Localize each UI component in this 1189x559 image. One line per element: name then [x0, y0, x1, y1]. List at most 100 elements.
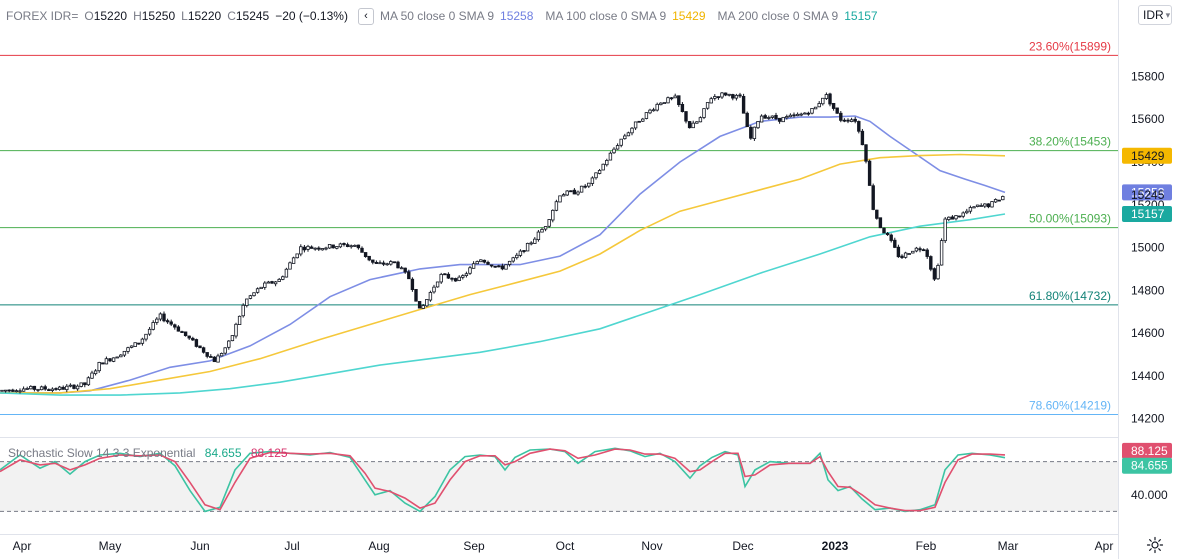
- time-tick-8: Dec: [732, 539, 753, 553]
- candle-body-191: [687, 121, 692, 129]
- candle-body-32: [115, 356, 119, 359]
- candle-body-225: [810, 108, 814, 114]
- candle-body-269: [968, 207, 973, 212]
- candle-body-52: [187, 335, 191, 339]
- candle-body-3: [11, 389, 15, 392]
- stochastic-d-value: 88.125: [250, 446, 288, 460]
- candle-body-150: [540, 229, 544, 233]
- ma100-label[interactable]: MA 100 close 0 SMA 9: [545, 9, 666, 23]
- candle-body-234: [842, 119, 847, 122]
- collapse-legend-button[interactable]: ‹: [357, 7, 374, 25]
- candle-body-249: [896, 246, 901, 258]
- candle-body-11: [39, 386, 44, 391]
- candle-body-39: [140, 338, 145, 344]
- candle-body-22: [79, 382, 83, 387]
- candle-body-192: [691, 122, 695, 129]
- ohlc-low: L15220: [181, 9, 222, 23]
- candle-body-233: [839, 112, 843, 121]
- ohlc-high: H15250: [133, 9, 176, 23]
- candle-body-67: [241, 304, 245, 317]
- candle-body-208: [749, 126, 753, 139]
- candle-body-157: [565, 190, 569, 196]
- price-change: −20 (−0.13%): [275, 9, 348, 23]
- candle-body-226: [813, 106, 818, 110]
- candle-body-66: [237, 315, 242, 325]
- candle-body-178: [641, 118, 645, 122]
- candle-body-158: [569, 190, 573, 193]
- candle-body-77: [277, 278, 281, 282]
- candle-body-61: [219, 353, 224, 357]
- ma50-label[interactable]: MA 50 close 0 SMA 9: [380, 9, 494, 23]
- stochastic-label[interactable]: Stochastic Slow 14 3 3 Exponential: [8, 446, 195, 460]
- candle-body-31: [111, 357, 116, 362]
- price-tick-4: 15000: [1131, 241, 1165, 255]
- candle-body-23: [83, 382, 87, 386]
- candle-body-13: [47, 389, 51, 391]
- candle-body-170: [612, 148, 616, 154]
- candle-body-185: [666, 97, 670, 104]
- candle-body-26: [93, 370, 98, 375]
- price-tick-1: 15600: [1131, 112, 1165, 126]
- ma-line-0: [0, 115, 1006, 394]
- ma200-label[interactable]: MA 200 close 0 SMA 9: [718, 9, 839, 23]
- candle-body-251: [903, 252, 908, 258]
- candle-body-274: [986, 203, 991, 208]
- candle-body-87: [313, 247, 317, 250]
- price-pane[interactable]: 23.60%(15899) 38.20%(15453) 50.00%(15093) 6…: [0, 39, 1118, 416]
- candle-body-111: [399, 267, 404, 270]
- candle-body-248: [893, 239, 897, 248]
- candle-body-102: [367, 255, 371, 261]
- candle-body-29: [104, 358, 109, 365]
- candle-body-14: [50, 388, 55, 391]
- candle-body-239: [860, 130, 865, 146]
- candle-body-199: [716, 96, 721, 99]
- candle-body-7: [25, 388, 29, 390]
- candle-body-108: [389, 261, 393, 265]
- candle-body-154: [554, 201, 559, 211]
- candle-body-136: [489, 264, 494, 267]
- price-tick-8: 14200: [1131, 412, 1165, 426]
- currency-selector[interactable]: IDR ▾: [1138, 5, 1172, 25]
- symbol-name[interactable]: FOREX IDR=: [6, 9, 78, 23]
- candle-body-68: [245, 298, 249, 306]
- candle-body-205: [738, 94, 742, 97]
- candle-body-253: [911, 250, 915, 254]
- candle-body-218: [785, 116, 789, 119]
- candle-body-36: [129, 345, 134, 348]
- candle-body-25: [90, 372, 94, 379]
- candle-body-263: [947, 216, 951, 220]
- candle-body-116: [417, 301, 422, 309]
- candle-body-256: [921, 249, 926, 252]
- candle-body-147: [529, 242, 533, 245]
- time-tick-1: May: [99, 539, 122, 553]
- candle-body-57: [205, 352, 209, 357]
- candle-body-50: [180, 331, 184, 333]
- chart-canvas[interactable]: 23.60%(15899) 38.20%(15453) 50.00%(15093) 6…: [0, 0, 1189, 559]
- candle-body-35: [126, 347, 130, 352]
- gear-icon[interactable]: [1146, 536, 1164, 554]
- candle-body-16: [57, 386, 62, 390]
- candle-body-168: [605, 160, 609, 166]
- candle-body-245: [882, 227, 886, 234]
- candle-body-259: [932, 268, 937, 280]
- candle-body-2: [7, 389, 11, 392]
- time-axis[interactable]: Apr May Jun Jul Aug Sep Oct Nov Dec 2023 Feb Mar Apr: [13, 539, 1114, 553]
- stochastic-axis[interactable]: 40.000 88.12584.655: [1122, 442, 1172, 502]
- time-tick-5: Sep: [463, 539, 485, 553]
- candle-body-9: [32, 385, 37, 390]
- time-tick-4: Aug: [368, 539, 389, 553]
- candle-body-143: [515, 254, 519, 259]
- ma200-value: 15157: [844, 9, 878, 23]
- candle-body-56: [201, 347, 206, 353]
- candle-body-247: [889, 234, 893, 241]
- candle-body-49: [176, 326, 181, 332]
- candle-body-181: [651, 109, 656, 112]
- price-axis[interactable]: 1580015600154001520015000148001460014400…: [1122, 69, 1172, 426]
- candle-body-223: [803, 112, 807, 115]
- candle-body-220: [792, 114, 796, 117]
- candle-body-203: [731, 94, 735, 99]
- candle-body-216: [777, 117, 782, 122]
- candle-body-152: [547, 219, 551, 227]
- candle-body-101: [363, 252, 368, 258]
- candle-body-54: [194, 339, 199, 347]
